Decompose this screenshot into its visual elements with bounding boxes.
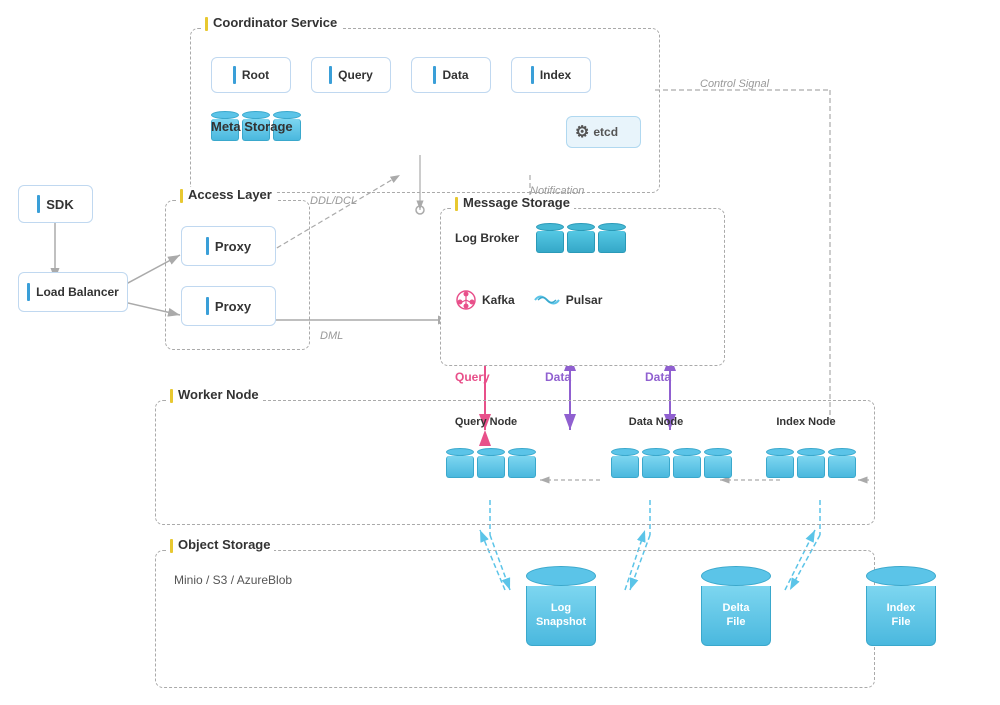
ddl-dcl-text: DDL/DCL [310,195,357,207]
load-balancer-card: Load Balancer [18,272,128,312]
worker-node-box: Worker Node Query Node Data Node Index N… [155,400,875,525]
index-coord-label: Index [540,68,571,82]
index-node-label: Index Node [766,416,846,428]
dml-text: DML [320,330,343,342]
query-node-cylinders [446,448,536,478]
proxy1-label: Proxy [215,239,251,254]
kafka-icon-group: Kafka [455,289,515,311]
log-snapshot-db: LogSnapshot [526,566,596,646]
worker-node-label: Worker Node [166,387,263,403]
access-layer-label: Access Layer [176,187,276,203]
control-signal-text: Control Signal [700,78,769,90]
data-arrow-label2: Data [645,370,671,384]
delta-file-db: DeltaFile [701,566,771,646]
sdk-card: SDK [18,185,93,223]
message-storage-label: Message Storage [451,195,574,211]
data-coord-label: Data [442,68,468,82]
data-card: Data [411,57,491,93]
root-label: Root [242,68,269,82]
meta-storage-label: Meta Storage [211,119,293,134]
query-card: Query [311,57,391,93]
proxy2-label: Proxy [215,299,251,314]
query-node-label: Query Node [446,416,526,428]
data-arrow-label1: Data [545,370,571,384]
query-arrow-label: Query [455,370,490,384]
data-node-label: Data Node [611,416,701,428]
proxy1-card: Proxy [181,226,276,266]
object-storage-label: Object Storage [166,537,274,553]
object-storage-subtitle: Minio / S3 / AzureBlob [174,573,292,587]
data-node-cylinders [611,448,732,478]
kafka-label: Kafka [482,293,515,307]
log-broker-cylinders [536,223,626,253]
sdk-label: SDK [46,197,73,212]
load-balancer-label: Load Balancer [36,285,119,299]
coordinator-service-box: Coordinator Service Root Query Data Inde… [190,28,660,193]
access-layer-box: Access Layer Proxy Proxy [165,200,310,350]
index-node-cylinders [766,448,856,478]
index-node-group: Index Node [766,416,856,478]
pulsar-label: Pulsar [566,293,603,307]
etcd-badge: ⚙ etcd [566,116,641,148]
proxy2-card: Proxy [181,286,276,326]
diagram-container: SDK Load Balancer Coordinator Service Ro… [0,0,1000,705]
coordinator-service-label: Coordinator Service [201,15,341,31]
query-coord-label: Query [338,68,373,82]
pulsar-icon-group: Pulsar [533,291,603,309]
message-storage-box: Message Storage Log Broker [440,208,725,366]
index-file-db: IndexFile [866,566,936,646]
index-card: Index [511,57,591,93]
log-broker-label: Log Broker [455,231,519,245]
data-node-group: Data Node [611,416,732,478]
root-card: Root [211,57,291,93]
object-storage-box: Object Storage Minio / S3 / AzureBlob Lo… [155,550,875,688]
kafka-pulsar-row: Kafka Pulsar [455,289,602,311]
etcd-label: etcd [593,125,618,139]
query-node-group: Query Node [446,416,536,478]
